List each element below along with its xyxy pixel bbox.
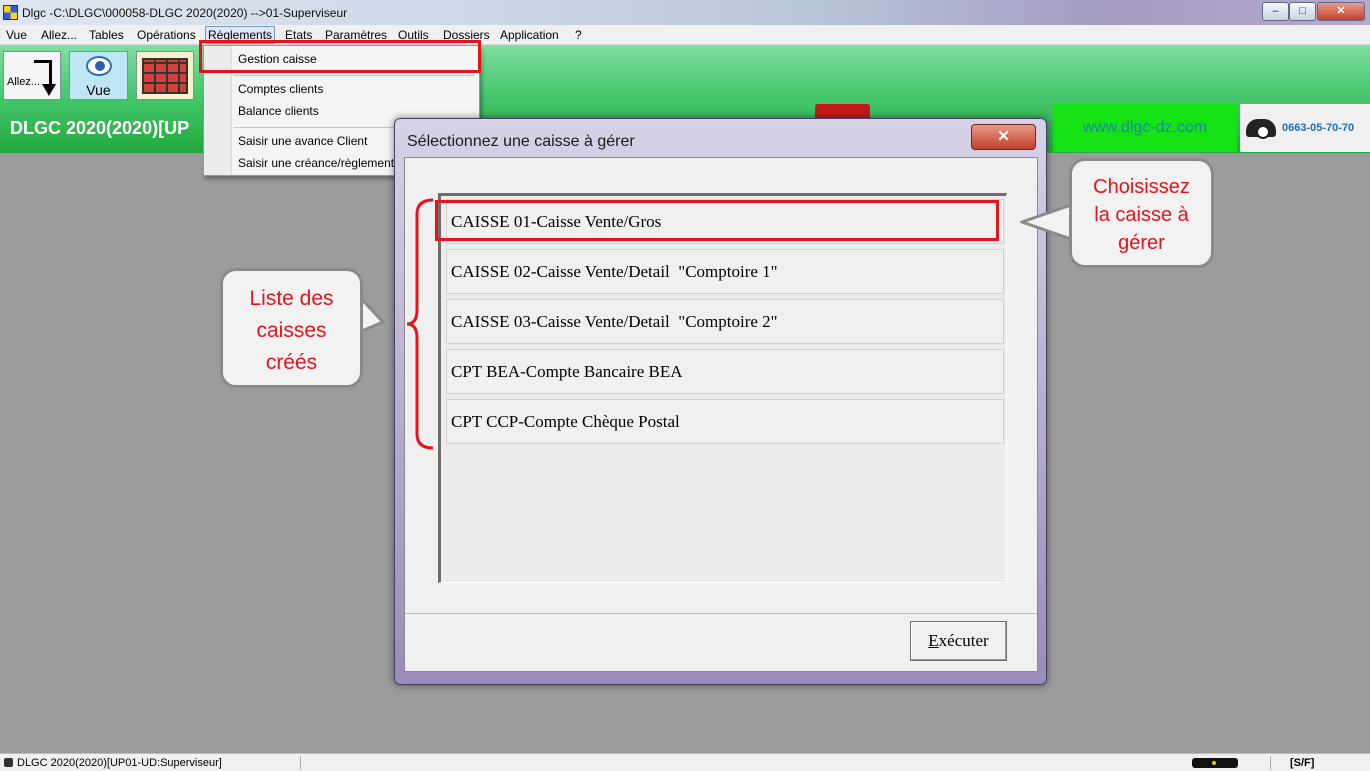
vue-label: Vue bbox=[86, 82, 111, 98]
menu-tables[interactable]: Tables bbox=[89, 28, 124, 42]
caisse-list[interactable]: CAISSE 01-Caisse Vente/Gros CAISSE 02-Ca… bbox=[438, 193, 1007, 583]
menu-outils[interactable]: Outils bbox=[398, 28, 429, 42]
menu-allez[interactable]: Allez... bbox=[41, 28, 77, 42]
menu-icon-strip bbox=[204, 46, 232, 175]
callout-right-line2: la caisse à bbox=[1094, 204, 1189, 226]
list-item-cpt-bea[interactable]: CPT BEA-Compte Bancaire BEA bbox=[446, 349, 1004, 394]
menu-dossiers[interactable]: Dossiers bbox=[443, 28, 490, 42]
allez-button[interactable]: Allez... bbox=[3, 51, 61, 100]
arrowhead-icon bbox=[42, 84, 56, 96]
maximize-button[interactable]: □ bbox=[1289, 2, 1316, 21]
website-link[interactable]: www.dlgc-dz.com bbox=[1053, 104, 1237, 152]
arrow-down-icon bbox=[34, 60, 52, 84]
window-titlebar: Dlgc -C:\DLGC\000058-DLGC 2020(2020) -->… bbox=[0, 0, 1370, 25]
app-banner-title: DLGC 2020(2020)[UP bbox=[10, 118, 190, 138]
dialog-close-button[interactable]: ✕ bbox=[971, 124, 1036, 150]
menu-item-comptes-clients[interactable]: Comptes clients bbox=[238, 82, 323, 96]
callout-left-line3: créés bbox=[265, 351, 318, 374]
menu-parametres[interactable]: Paramètres bbox=[325, 28, 387, 42]
menu-application[interactable]: Application bbox=[500, 28, 559, 42]
phone-icon bbox=[1246, 119, 1276, 139]
list-item-caisse-03[interactable]: CAISSE 03-Caisse Vente/Detail "Comptoire… bbox=[446, 299, 1004, 344]
footer-separator bbox=[405, 613, 1037, 614]
bracket-shape bbox=[407, 198, 434, 450]
list-item-caisse-01[interactable]: CAISSE 01-Caisse Vente/Gros bbox=[446, 199, 1004, 244]
select-caisse-dialog: Sélectionnez une caisse à gérer ✕ CAISSE… bbox=[394, 118, 1047, 685]
menu-item-balance-clients[interactable]: Balance clients bbox=[238, 104, 319, 118]
status-session: DLGC 2020(2020)[UP01-UD:Superviseur] bbox=[17, 757, 222, 769]
callout-left-line2: caisses bbox=[256, 319, 327, 342]
close-window-button[interactable]: ✕ bbox=[1317, 2, 1365, 21]
eye-pupil-icon bbox=[95, 61, 105, 71]
menu-item-creance-reglement[interactable]: Saisir une créance/règlement bbox=[238, 156, 394, 170]
calendar-grid-icon bbox=[142, 58, 188, 94]
minimize-button[interactable]: – bbox=[1262, 2, 1289, 21]
dialog-body: CAISSE 01-Caisse Vente/Gros CAISSE 02-Ca… bbox=[404, 157, 1038, 672]
dialog-title: Sélectionnez une caisse à gérer bbox=[407, 133, 635, 150]
callout-choisissez: Choisissez la caisse à gérer bbox=[1069, 158, 1214, 268]
executer-button[interactable]: Exécuter bbox=[910, 621, 1007, 661]
executer-label: xécuter bbox=[938, 631, 989, 650]
callout-left-line1: Liste des bbox=[249, 287, 334, 310]
menu-vue[interactable]: Vue bbox=[6, 28, 27, 42]
menu-etats[interactable]: Etats bbox=[285, 28, 312, 42]
menu-bar: Vue Allez... Tables Opérations Règlement… bbox=[0, 25, 1370, 45]
lock-icon bbox=[4, 758, 13, 767]
usb-key-icon bbox=[1192, 758, 1238, 768]
status-bar: DLGC 2020(2020)[UP01-UD:Superviseur] [S/… bbox=[0, 753, 1370, 771]
callout-right-line1: Choisissez bbox=[1093, 176, 1190, 198]
menu-help[interactable]: ? bbox=[575, 28, 582, 42]
phone-panel: 0663-05-70-70 bbox=[1240, 104, 1370, 152]
callout-liste-caisses: Liste des caisses créés bbox=[220, 268, 363, 388]
menu-reglements[interactable]: Règlements bbox=[205, 26, 276, 44]
executer-accesskey: E bbox=[928, 631, 939, 650]
vue-button[interactable]: Vue bbox=[69, 51, 128, 100]
phone-number: 0663-05-70-70 bbox=[1282, 122, 1355, 134]
callout-tail-right bbox=[1020, 202, 1075, 242]
menu-separator bbox=[234, 75, 474, 76]
grid-button[interactable] bbox=[136, 51, 194, 100]
status-mode: [S/F] bbox=[1290, 757, 1315, 769]
status-separator bbox=[300, 756, 301, 770]
window-title: Dlgc -C:\DLGC\000058-DLGC 2020(2020) -->… bbox=[22, 6, 348, 20]
status-separator bbox=[1270, 756, 1271, 770]
callout-right-line3: gérer bbox=[1118, 232, 1165, 254]
menu-item-gestion-caisse[interactable]: Gestion caisse bbox=[238, 52, 317, 66]
menu-operations[interactable]: Opérations bbox=[137, 28, 196, 42]
list-item-caisse-02[interactable]: CAISSE 02-Caisse Vente/Detail "Comptoire… bbox=[446, 249, 1004, 294]
list-item-cpt-ccp[interactable]: CPT CCP-Compte Chèque Postal bbox=[446, 399, 1004, 444]
app-icon bbox=[3, 5, 18, 20]
menu-item-avance-client[interactable]: Saisir une avance Client bbox=[238, 134, 367, 148]
